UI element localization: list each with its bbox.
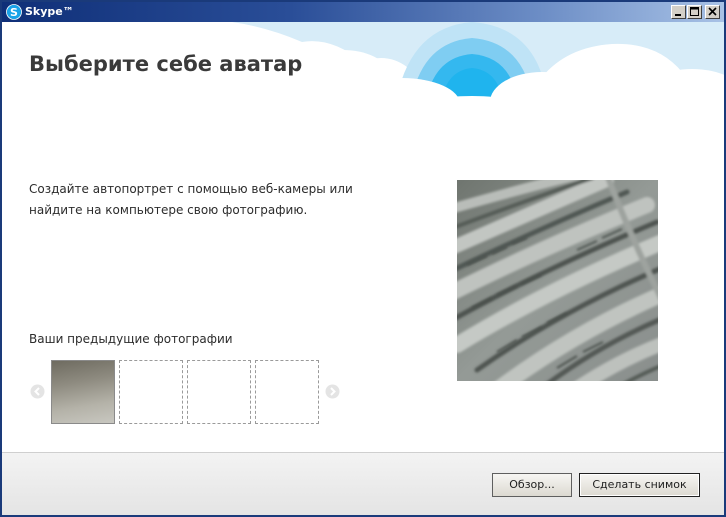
- skype-window: S Skype™ Выберите себе аватар Создайте а…: [0, 0, 726, 517]
- previous-photo-thumbnail[interactable]: [51, 360, 115, 424]
- description-line-1: Создайте автопортрет с помощью веб-камер…: [29, 182, 353, 196]
- close-button[interactable]: [705, 5, 720, 19]
- chevron-right-icon[interactable]: [325, 384, 340, 399]
- empty-photo-slot[interactable]: [187, 360, 251, 424]
- title-bar[interactable]: S Skype™: [2, 2, 724, 22]
- webcam-preview: [457, 180, 658, 381]
- description-text: Создайте автопортрет с помощью веб-камер…: [29, 179, 359, 221]
- dialog-footer: Обзор... Сделать снимок: [2, 452, 724, 515]
- skype-logo-icon: S: [6, 4, 22, 20]
- browse-button[interactable]: Обзор...: [492, 473, 572, 497]
- close-icon: [708, 7, 717, 16]
- empty-photo-slot[interactable]: [119, 360, 183, 424]
- empty-photo-slot[interactable]: [255, 360, 319, 424]
- description-line-2: найдите на компьютере свою фотографию.: [29, 203, 308, 217]
- maximize-icon: [690, 7, 699, 16]
- take-snapshot-button[interactable]: Сделать снимок: [579, 473, 700, 497]
- minimize-button[interactable]: [671, 5, 686, 19]
- svg-text:S: S: [10, 6, 18, 19]
- maximize-button[interactable]: [687, 5, 702, 19]
- previous-photos-label: Ваши предыдущие фотографии: [29, 332, 233, 346]
- chevron-left-icon[interactable]: [30, 384, 45, 399]
- window-title: Skype™: [25, 5, 74, 18]
- minimize-icon: [675, 14, 681, 16]
- page-title: Выберите себе аватар: [29, 52, 303, 76]
